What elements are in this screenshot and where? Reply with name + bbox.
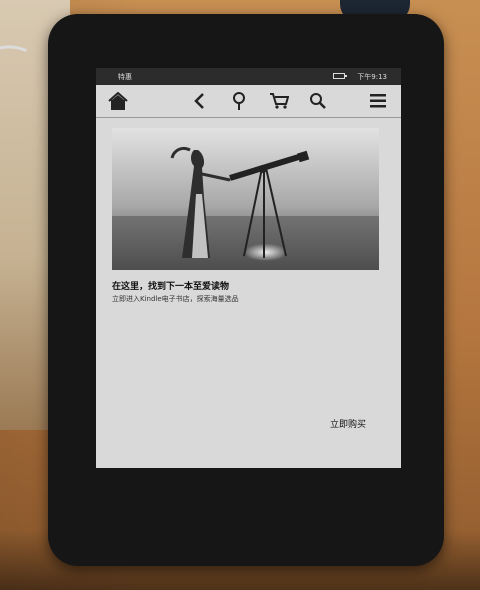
status-label: 特惠 <box>118 73 132 81</box>
toolbar <box>96 85 401 118</box>
store-cart-button[interactable] <box>267 89 291 113</box>
kindle-screen: 特惠 下午9:13 在这里，找到下一本至爱读物 立即进入Kindle电子书店，探… <box>96 68 401 468</box>
buy-now-button[interactable]: 立即购买 <box>330 417 366 430</box>
promo-banner-image[interactable] <box>112 128 379 270</box>
cart-icon <box>270 93 289 109</box>
search-icon <box>310 93 326 109</box>
woman-telescope-illustration <box>112 128 379 270</box>
goodreads-button[interactable] <box>227 89 251 113</box>
back-icon <box>194 93 204 109</box>
back-button[interactable] <box>187 89 211 113</box>
status-bar: 特惠 下午9:13 <box>96 68 401 85</box>
goodreads-icon <box>233 92 245 110</box>
menu-button[interactable] <box>366 89 390 113</box>
home-button[interactable] <box>106 89 130 113</box>
status-time: 下午9:13 <box>357 73 387 81</box>
promo-headline: 在这里，找到下一本至爱读物 <box>112 282 230 292</box>
promo-subline: 立即进入Kindle电子书店，探索海量选品 <box>112 295 239 303</box>
search-button[interactable] <box>306 89 330 113</box>
menu-icon <box>370 94 386 108</box>
home-icon <box>108 92 128 110</box>
battery-icon <box>333 73 347 79</box>
